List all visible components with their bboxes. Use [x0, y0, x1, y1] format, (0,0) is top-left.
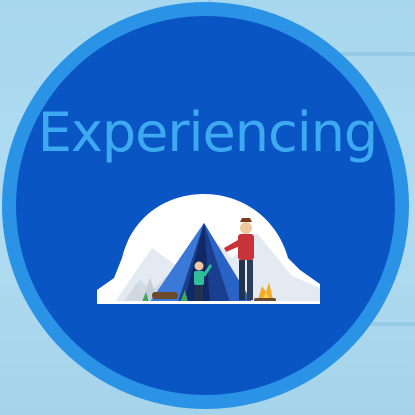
badge-canvas: Experiencing [0, 0, 415, 415]
badge-title: Experiencing [37, 101, 378, 164]
camping-tent-scene-icon [97, 194, 320, 304]
